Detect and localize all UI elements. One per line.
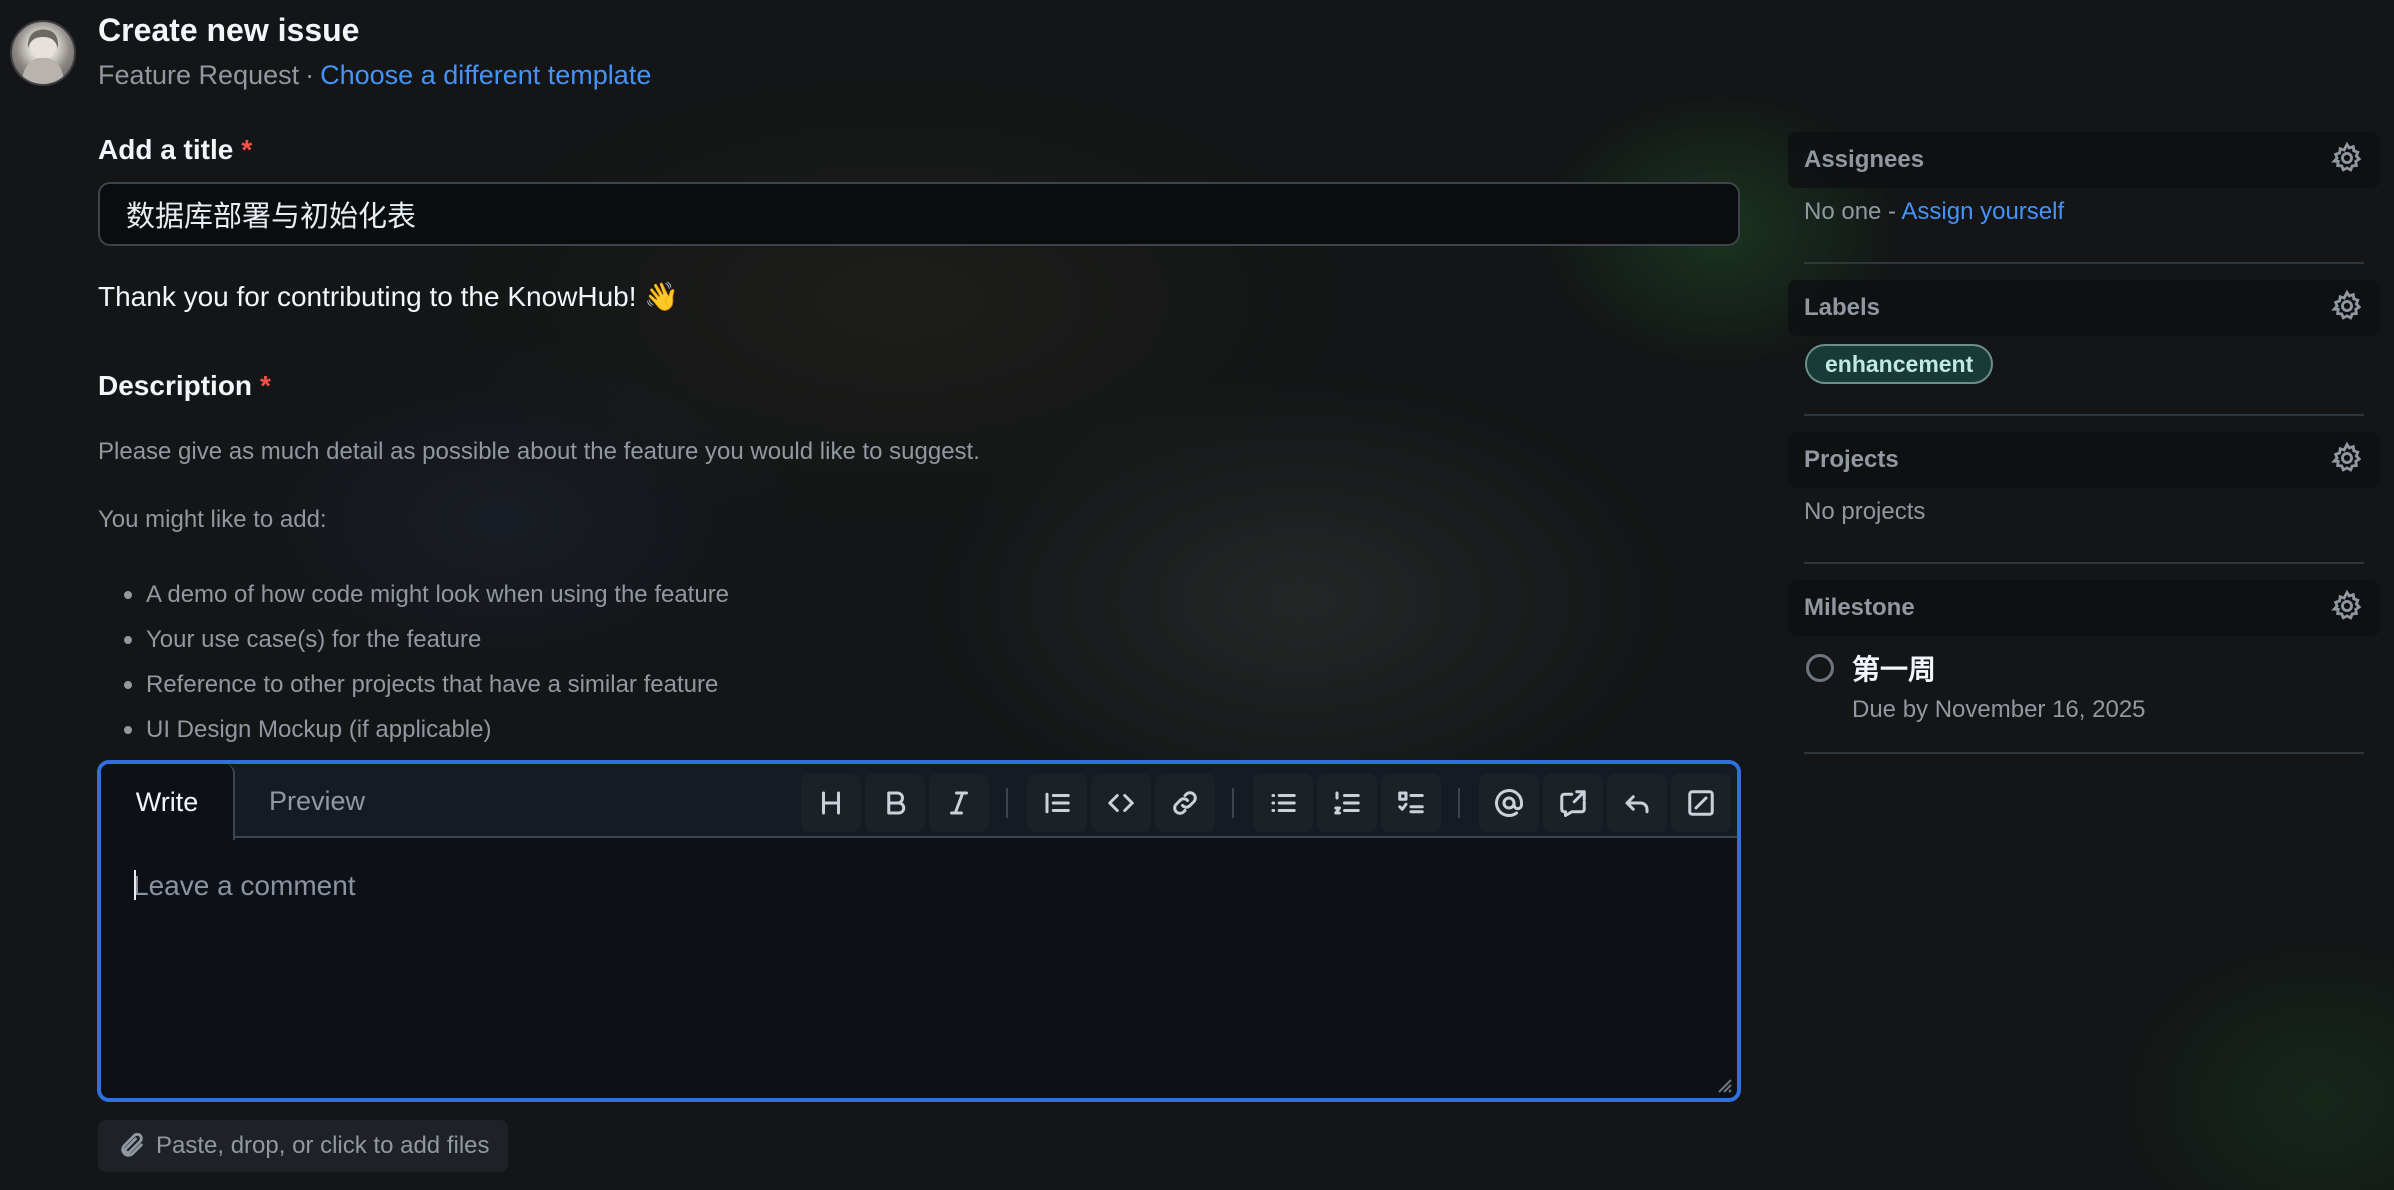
list-item: A demo of how code might look when using… xyxy=(124,572,729,617)
template-name: Feature Request xyxy=(98,60,300,90)
code-icon[interactable] xyxy=(1091,774,1151,832)
tab-write[interactable]: Write xyxy=(101,764,235,840)
attach-files-button[interactable]: Paste, drop, or click to add files xyxy=(98,1120,508,1172)
avatar-image xyxy=(21,29,65,84)
ordered-list-icon[interactable] xyxy=(1317,774,1377,832)
editor-toolbar: Write Preview xyxy=(101,764,1737,840)
comment-editor: Write Preview xyxy=(97,760,1741,1102)
sidebar-divider xyxy=(1804,262,2364,264)
required-mark: * xyxy=(241,134,253,165)
mention-icon[interactable] xyxy=(1479,774,1539,832)
required-mark: * xyxy=(260,370,271,401)
gear-icon[interactable] xyxy=(2330,441,2364,480)
link-icon[interactable] xyxy=(1155,774,1215,832)
list-item: Reference to other projects that have a … xyxy=(124,662,729,707)
tab-preview[interactable]: Preview xyxy=(269,764,365,838)
gear-icon[interactable] xyxy=(2330,589,2364,628)
page-title: Create new issue xyxy=(98,12,360,48)
assignees-header[interactable]: Assignees xyxy=(1788,132,2380,188)
bold-icon[interactable] xyxy=(865,774,925,832)
choose-template-link[interactable]: Choose a different template xyxy=(320,60,651,91)
title-label: Add a title * xyxy=(98,134,252,166)
list-item: Your use case(s) for the feature xyxy=(124,617,729,662)
projects-value: No projects xyxy=(1804,498,1926,525)
template-subtitle: Feature Request · Choose a different tem… xyxy=(98,60,651,91)
projects-title: Projects xyxy=(1804,446,1899,473)
quote-icon[interactable] xyxy=(1027,774,1087,832)
thanks-text: Thank you for contributing to the KnowHu… xyxy=(98,281,680,312)
milestone-title: Milestone xyxy=(1804,594,1915,621)
milestone-header[interactable]: Milestone xyxy=(1788,580,2380,636)
labels-header[interactable]: Labels xyxy=(1788,280,2380,336)
sidebar-divider xyxy=(1804,562,2364,564)
help-intro: Please give as much detail as possible a… xyxy=(98,438,980,465)
reply-icon[interactable] xyxy=(1607,774,1667,832)
heading-icon[interactable] xyxy=(801,774,861,832)
toolbar-divider xyxy=(1458,788,1460,818)
task-list-icon[interactable] xyxy=(1381,774,1441,832)
text-caret xyxy=(134,870,136,900)
unordered-list-icon[interactable] xyxy=(1253,774,1313,832)
labels-title: Labels xyxy=(1804,294,1881,321)
resize-handle-icon[interactable] xyxy=(1713,1074,1733,1094)
list-item: UI Design Mockup (if applicable) xyxy=(124,707,729,752)
toolbar-divider xyxy=(1006,788,1008,818)
help-suggest: You might like to add: xyxy=(98,506,327,533)
reference-icon[interactable] xyxy=(1543,774,1603,832)
avatar[interactable] xyxy=(10,20,76,86)
paperclip-icon xyxy=(121,1132,143,1157)
sidebar-divider xyxy=(1804,414,2364,416)
label-enhancement[interactable]: enhancement xyxy=(1805,344,1994,384)
gear-icon[interactable] xyxy=(2330,141,2364,180)
milestone-name[interactable]: 第一周 xyxy=(1852,648,1936,688)
milestone-due: Due by November 16, 2025 xyxy=(1852,696,2146,723)
title-label-text: Add a title xyxy=(98,134,234,165)
attach-label: Paste, drop, or click to add files xyxy=(156,1132,490,1159)
italic-icon[interactable] xyxy=(929,774,989,832)
title-input[interactable]: 数据库部署与初始化表 xyxy=(98,182,1740,246)
gear-icon[interactable] xyxy=(2330,289,2364,328)
assign-yourself-link[interactable]: Assign yourself xyxy=(1901,198,2064,225)
suggestion-list: A demo of how code might look when using… xyxy=(124,572,729,752)
assignees-none: No one - xyxy=(1804,198,1902,225)
assignees-title: Assignees xyxy=(1804,146,1925,173)
sidebar-divider xyxy=(1804,752,2364,754)
description-label: Description * xyxy=(98,370,271,402)
projects-header[interactable]: Projects xyxy=(1788,432,2380,488)
comment-textarea[interactable] xyxy=(101,840,1737,1098)
title-input-value: 数据库部署与初始化表 xyxy=(126,199,417,233)
assignees-value: No one - Assign yourself xyxy=(1804,198,2064,226)
milestone-status-icon xyxy=(1806,654,1834,682)
toolbar-divider xyxy=(1232,788,1234,818)
description-label-text: Description xyxy=(98,370,253,401)
separator: · xyxy=(305,60,315,90)
fullscreen-icon[interactable] xyxy=(1671,774,1731,832)
